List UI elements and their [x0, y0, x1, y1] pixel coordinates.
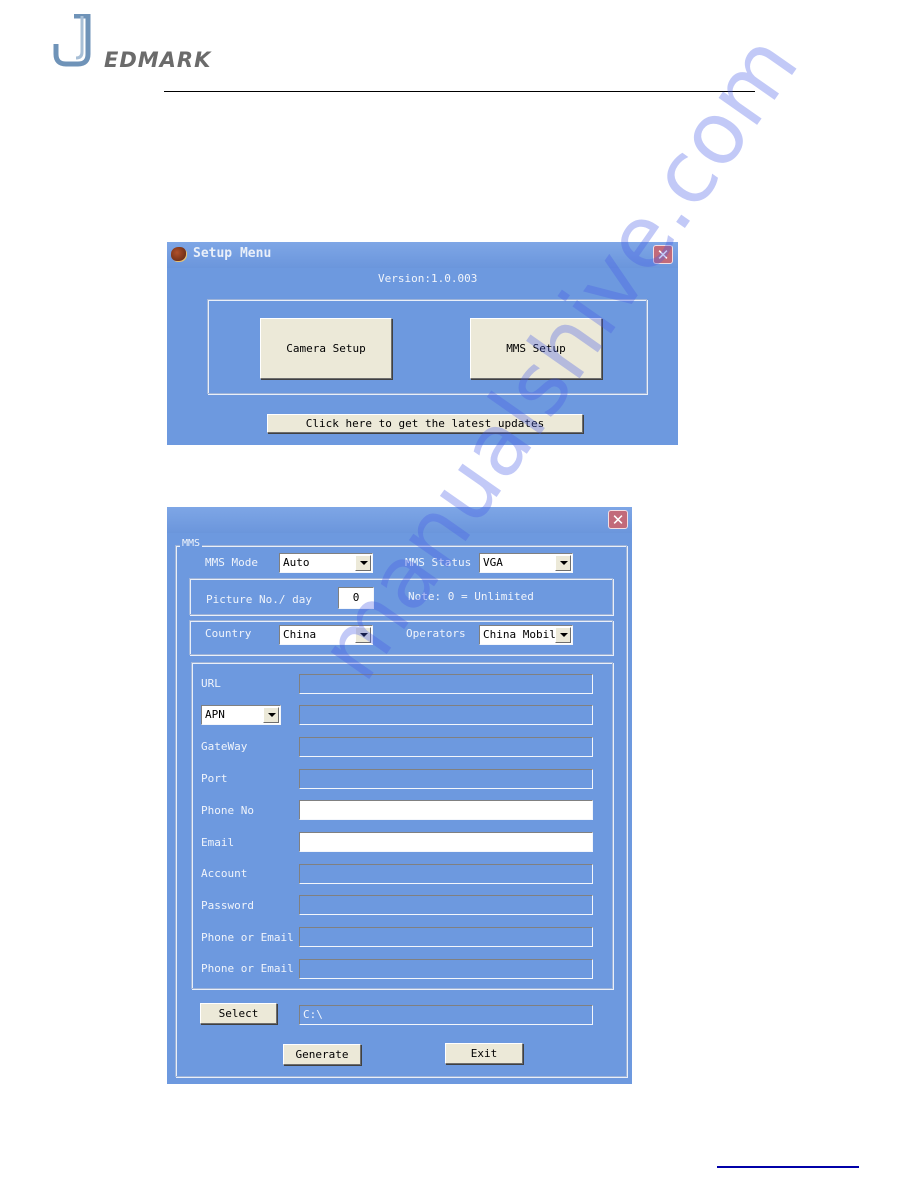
phone-or-email-label-2: Phone or Email	[201, 962, 294, 975]
window-title: Setup Menu	[193, 246, 272, 261]
phone-no-field[interactable]	[299, 800, 593, 820]
apn-field[interactable]	[299, 705, 593, 725]
account-label: Account	[201, 867, 248, 880]
generate-button[interactable]: Generate	[283, 1044, 361, 1065]
phone-or-email-label-1: Phone or Email	[201, 931, 294, 944]
password-label: Password	[201, 899, 254, 912]
port-field[interactable]	[299, 769, 593, 789]
picture-per-day-label: Picture No./ day	[206, 593, 312, 606]
url-label: URL	[201, 677, 221, 690]
gateway-label: GateWay	[201, 740, 248, 753]
url-field[interactable]	[299, 674, 593, 694]
output-path-field[interactable]: C:\	[299, 1005, 593, 1025]
operators-select[interactable]: China Mobil	[479, 625, 573, 645]
mms-mode-select[interactable]: Auto	[279, 553, 373, 573]
jedmark-logo: EDMARK	[52, 14, 242, 76]
camera-setup-button[interactable]: Camera Setup	[260, 318, 392, 379]
generate-label: Generate	[295, 1048, 349, 1061]
password-field[interactable]	[299, 895, 593, 915]
logo-j-mark	[53, 14, 91, 67]
latest-updates-label: Click here to get the latest updates	[305, 417, 545, 430]
port-label: Port	[201, 772, 228, 785]
chevron-down-icon[interactable]	[263, 707, 279, 723]
picture-per-day-value: 0	[352, 591, 360, 604]
close-icon: ✕	[656, 246, 670, 264]
phone-or-email-field-2[interactable]	[299, 959, 593, 979]
apn-select[interactable]: APN	[201, 705, 281, 725]
mms-status-label: MMS Status	[405, 556, 472, 569]
exit-label: Exit	[470, 1047, 498, 1060]
chevron-down-icon[interactable]	[555, 555, 571, 571]
output-path-value: C:\	[303, 1008, 323, 1021]
country-label: Country	[205, 627, 252, 640]
app-icon	[171, 247, 186, 261]
setup-menu-title-bar: Setup Menu ✕	[167, 242, 678, 268]
mms-group-title: MMS	[180, 538, 203, 549]
logo-text: EDMARK	[104, 48, 212, 72]
chevron-down-icon[interactable]	[355, 555, 371, 571]
close-button[interactable]: ✕	[653, 245, 673, 264]
gateway-field[interactable]	[299, 737, 593, 757]
country-value: China	[283, 628, 317, 641]
email-label: Email	[201, 836, 235, 849]
exit-button[interactable]: Exit	[445, 1043, 523, 1064]
close-button[interactable]: ✕	[608, 510, 628, 529]
camera-setup-label: Camera Setup	[286, 342, 366, 355]
phone-no-label: Phone No	[201, 804, 254, 817]
mms-dialog: ✕ MMS MMS Mode Auto MMS Status VGA Pictu…	[167, 507, 632, 1084]
close-icon: ✕	[611, 511, 625, 529]
select-label: Select	[218, 1007, 259, 1020]
latest-updates-button[interactable]: Click here to get the latest updates	[267, 414, 583, 433]
mms-mode-value: Auto	[283, 556, 310, 569]
chevron-down-icon[interactable]	[355, 627, 371, 643]
mms-status-select[interactable]: VGA	[479, 553, 573, 573]
mms-mode-label: MMS Mode	[205, 556, 258, 569]
version-label: Version:1.0.003	[378, 272, 478, 285]
select-button[interactable]: Select	[200, 1003, 277, 1024]
chevron-down-icon[interactable]	[555, 627, 571, 643]
unlimited-note: Note: 0 = Unlimited	[408, 590, 534, 603]
account-field[interactable]	[299, 864, 593, 884]
mms-status-value: VGA	[483, 556, 503, 569]
header-divider	[164, 91, 755, 92]
operators-value: China Mobil	[483, 628, 556, 641]
apn-value: APN	[205, 708, 225, 721]
footer-link[interactable]	[717, 1166, 859, 1168]
email-field[interactable]	[299, 832, 593, 852]
mms-dialog-title-bar: ✕	[167, 507, 632, 533]
mms-setup-label: MMS Setup	[506, 342, 566, 355]
operators-label: Operators	[406, 627, 466, 640]
country-select[interactable]: China	[279, 625, 373, 645]
picture-per-day-input[interactable]: 0	[338, 587, 374, 609]
mms-setup-button[interactable]: MMS Setup	[470, 318, 602, 379]
setup-menu-window: Setup Menu ✕ Version:1.0.003 Camera Setu…	[167, 242, 678, 445]
phone-or-email-field-1[interactable]	[299, 927, 593, 947]
